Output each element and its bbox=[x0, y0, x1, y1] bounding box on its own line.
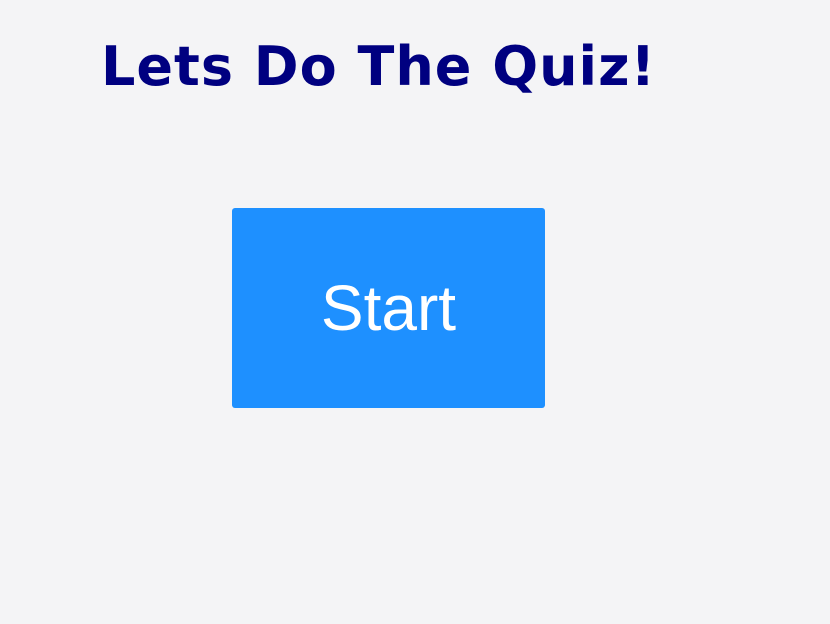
page-title: Lets Do The Quiz! bbox=[101, 35, 657, 98]
quiz-page: Lets Do The Quiz! Start bbox=[0, 0, 830, 624]
start-button[interactable]: Start bbox=[232, 208, 545, 408]
